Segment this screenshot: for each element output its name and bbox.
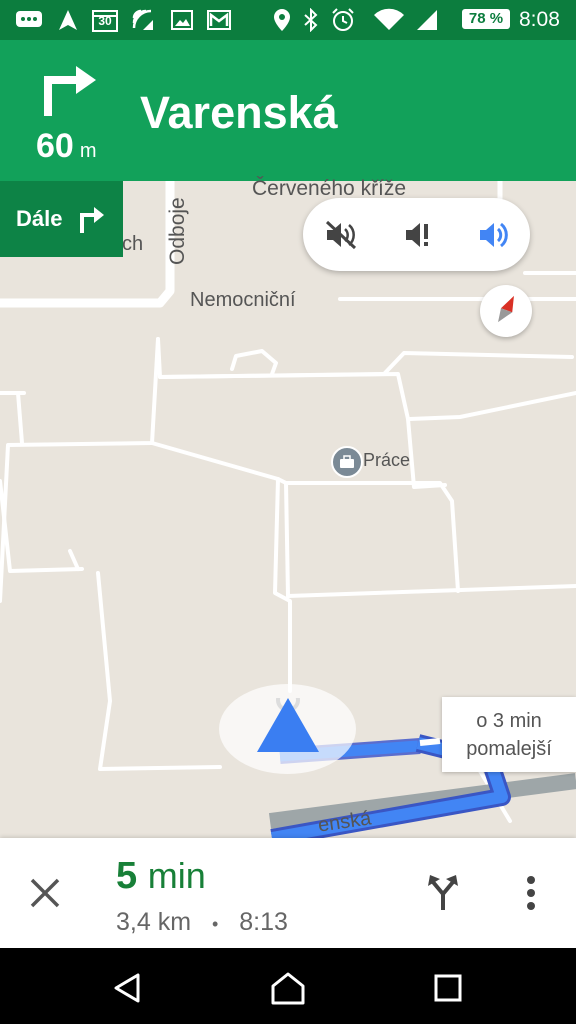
sound-controls [303, 198, 530, 271]
trip-details: 3,4 km • 8:13 [116, 906, 288, 940]
maneuver-distance: 60 m [36, 127, 97, 165]
street-label-odboje: Odboje [166, 197, 189, 265]
gmail-icon [206, 8, 232, 32]
recents-button[interactable] [426, 966, 470, 1010]
mute-icon[interactable] [321, 216, 361, 254]
street-label-nemocnicni: Nemocniční [190, 289, 296, 311]
system-navigation-bar [0, 948, 576, 1024]
clock: 8:08 [519, 8, 560, 31]
message-icon [14, 8, 44, 32]
street-label-partial: ch [122, 233, 144, 255]
wifi-icon [372, 8, 406, 32]
navigation-icon [56, 8, 80, 32]
compass-icon [491, 292, 521, 331]
then-turn-right-icon [78, 203, 106, 240]
briefcase-icon[interactable] [331, 446, 363, 478]
arrival-time: 8:13 [239, 908, 288, 936]
home-button[interactable] [266, 966, 310, 1010]
turn-right-icon [42, 58, 98, 123]
alternate-route-callout[interactable]: o 3 min pomalejší [442, 697, 576, 772]
eta-duration: 5 min [116, 855, 206, 897]
alt-route-delay: o 3 min [476, 710, 542, 732]
separator-dot: • [211, 914, 219, 934]
back-icon [114, 973, 140, 1003]
close-navigation-button[interactable] [26, 874, 64, 912]
more-vert-icon [527, 876, 535, 910]
trip-distance: 3,4 km [116, 908, 192, 936]
alternate-routes-button[interactable] [424, 873, 462, 913]
wifi-call-icon [130, 8, 156, 32]
poi-label-work[interactable]: Práce [363, 450, 410, 471]
compass-button[interactable] [480, 285, 532, 337]
home-icon [271, 972, 305, 1005]
navigation-header[interactable]: 60 m Varenská [0, 40, 576, 181]
unmute-icon[interactable] [473, 216, 513, 254]
next-street-name: Varenská [140, 87, 338, 138]
route-fork-icon [428, 875, 458, 910]
trip-summary-sheet[interactable]: 5 min 3,4 km • 8:13 [0, 838, 576, 948]
back-button[interactable] [106, 966, 150, 1010]
location-icon [272, 8, 292, 32]
more-options-button[interactable] [516, 873, 546, 913]
status-bar: 30 78 % 8:08 [0, 0, 576, 40]
alarm-icon [330, 8, 356, 32]
recents-icon [434, 974, 462, 1002]
alerts-only-icon[interactable] [397, 216, 437, 254]
alt-route-slower: pomalejší [466, 738, 552, 760]
then-label: Dále [16, 206, 63, 231]
image-icon [170, 8, 194, 32]
close-icon [30, 878, 60, 908]
battery-level: 78 % [464, 10, 508, 28]
then-instruction[interactable]: Dále [0, 181, 123, 257]
signal-icon [414, 8, 440, 32]
bluetooth-icon [302, 8, 320, 32]
current-location-arrow-icon [256, 688, 320, 763]
calendar-day: 30 [98, 14, 112, 28]
